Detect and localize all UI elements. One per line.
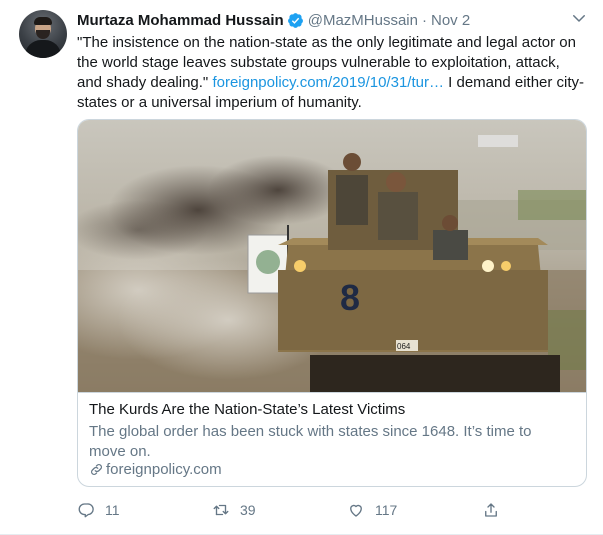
tweet[interactable]: Murtaza Mohammad Hussain @MazMHussain · … <box>0 0 603 535</box>
tweet-header: Murtaza Mohammad Hussain @MazMHussain · … <box>77 10 470 30</box>
retweet-icon <box>213 504 229 516</box>
link-card[interactable]: 8 064 The Kurds Are the Nation-State’s L… <box>77 119 587 487</box>
retweet-count: 39 <box>240 502 256 518</box>
header-separator: · <box>421 11 427 29</box>
avatar-hair <box>34 17 52 25</box>
avatar-body <box>25 40 61 58</box>
share-icon <box>485 503 497 517</box>
card-image-hull-number: 8 <box>340 277 360 318</box>
card-domain[interactable]: foreignpolicy.com <box>89 461 222 478</box>
like-icon <box>350 504 362 517</box>
link-icon <box>91 464 102 475</box>
tweet-date[interactable]: Nov 2 <box>431 12 470 29</box>
like-button[interactable]: 117 <box>347 500 397 520</box>
tweet-text: "The insistence on the nation-state as t… <box>77 33 587 113</box>
card-body[interactable]: The Kurds Are the Nation-State’s Latest … <box>78 392 586 486</box>
verified-badge-icon <box>287 12 303 28</box>
card-domain-text: foreignpolicy.com <box>106 461 222 478</box>
reply-button[interactable]: 11 <box>77 500 120 520</box>
chevron-down-icon[interactable] <box>570 9 588 27</box>
card-image-plate: 064 <box>397 342 411 351</box>
author-handle[interactable]: @MazMHussain <box>308 12 418 29</box>
card-title[interactable]: The Kurds Are the Nation-State’s Latest … <box>89 401 405 418</box>
card-image[interactable]: 8 064 <box>78 120 586 392</box>
like-count: 117 <box>375 502 398 518</box>
retweet-button[interactable]: 39 <box>212 500 256 520</box>
card-description: The global order has been stuck with sta… <box>89 423 532 460</box>
tweet-actions: 11 39 117 <box>77 500 517 520</box>
reply-icon <box>78 503 94 518</box>
avatar[interactable] <box>19 10 67 58</box>
author-name[interactable]: Murtaza Mohammad Hussain <box>77 12 284 29</box>
share-button[interactable] <box>482 500 500 520</box>
avatar-beard <box>36 30 50 39</box>
reply-count: 11 <box>105 502 120 518</box>
tweet-link[interactable]: foreignpolicy.com/2019/10/31/tur… <box>212 74 444 91</box>
